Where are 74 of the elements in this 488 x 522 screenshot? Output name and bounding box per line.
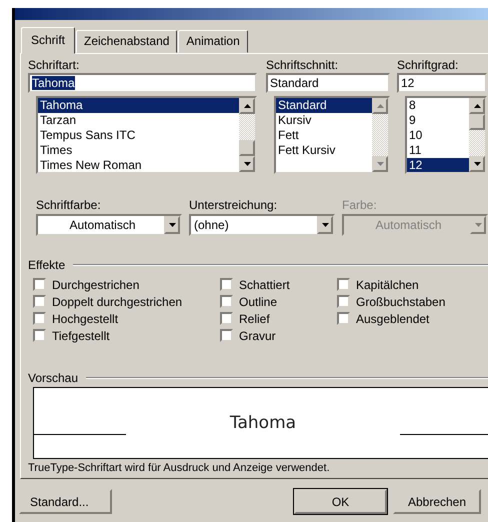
checkbox[interactable]: [220, 278, 233, 291]
list-item[interactable]: Tahoma: [38, 98, 239, 113]
checkbox[interactable]: [33, 278, 46, 291]
button[interactable]: Abbrechen: [393, 489, 481, 514]
scroll-down-button[interactable]: [469, 156, 485, 172]
scroll-thumb[interactable]: [239, 140, 255, 156]
button[interactable]: Standard...: [19, 489, 112, 514]
checkbox-label: Großbuchstaben: [356, 294, 446, 308]
list-item[interactable]: 8: [407, 98, 469, 113]
up-arrow-icon: [376, 104, 384, 108]
group-title: Effekte: [28, 258, 66, 272]
preview-text: Tahoma: [230, 413, 296, 433]
button[interactable]: OK: [294, 489, 387, 514]
dropdown[interactable]: Automatisch: [36, 214, 182, 236]
checkbox[interactable]: [33, 295, 46, 308]
input-field[interactable]: 12: [397, 73, 487, 93]
down-arrow-icon: [376, 162, 384, 166]
list-item[interactable]: Fett: [276, 128, 372, 143]
list-item[interactable]: Tarzan: [38, 113, 239, 128]
checkbox-label: Hochgestellt: [52, 312, 118, 326]
down-arrow-icon: [244, 162, 250, 166]
list-item[interactable]: 12: [407, 158, 469, 172]
tab[interactable]: Schrift: [21, 27, 76, 54]
field-label: Schriftfarbe:: [36, 197, 102, 213]
checkbox-label: Doppelt durchgestrichen: [52, 294, 182, 308]
up-arrow-icon: [474, 104, 480, 108]
list-item[interactable]: Kursiv: [276, 113, 372, 128]
scrollbar-track[interactable]: [239, 98, 255, 172]
scroll-up-button[interactable]: [239, 98, 255, 114]
checkbox-label: Schattiert: [239, 278, 290, 292]
scroll-up-button[interactable]: [469, 98, 485, 114]
scroll-down-button[interactable]: [239, 156, 255, 172]
down-arrow-icon: [474, 162, 480, 166]
checkbox[interactable]: [220, 295, 233, 308]
up-arrow-icon: [244, 104, 250, 108]
list-box[interactable]: 8 9 10 11 12: [405, 96, 487, 174]
field-label: Schriftart:: [28, 57, 80, 73]
list-item[interactable]: 9: [407, 113, 469, 128]
list-item[interactable]: Times: [38, 143, 239, 158]
checkbox-label: Outline: [239, 294, 278, 308]
list-box[interactable]: Standard Kursiv Fett Fett Kursiv: [274, 96, 390, 174]
checkbox[interactable]: [33, 329, 46, 342]
group-title: Vorschau: [28, 371, 78, 385]
field-label: Schriftgrad:: [397, 57, 460, 73]
checkbox[interactable]: [220, 312, 233, 325]
list-item[interactable]: 10: [407, 128, 469, 143]
list-item[interactable]: 11: [407, 143, 469, 158]
checkbox-label: Ausgeblendet: [356, 312, 430, 326]
field-label: Schriftschnitt:: [266, 57, 340, 73]
checkbox-label: Kapitälchen: [356, 278, 419, 292]
input-field[interactable]: Tahoma: [28, 73, 257, 93]
checkbox[interactable]: [337, 295, 350, 308]
tab[interactable]: Zeichenabstand: [76, 30, 178, 53]
list-item[interactable]: Tempus Sans ITC: [38, 128, 239, 143]
info-text: TrueType-Schriftart wird für Ausdruck und Anzeige verwendet.: [28, 462, 331, 474]
list-item[interactable]: Times New Roman: [38, 158, 239, 172]
scrollbar-track[interactable]: [469, 98, 485, 172]
list-box[interactable]: Tahoma Tarzan Tempus Sans ITC Times Times New Roman: [36, 96, 257, 174]
list-item[interactable]: Fett Kursiv: [276, 143, 372, 158]
field-label: Unterstreichung:: [189, 197, 278, 213]
tab[interactable]: Animation: [178, 30, 248, 53]
checkbox-label: Tiefgestellt: [52, 328, 110, 342]
checkbox[interactable]: [337, 312, 350, 325]
checkbox-label: Relief: [239, 312, 270, 326]
input-field[interactable]: Standard: [266, 73, 390, 93]
scroll-thumb[interactable]: [469, 114, 485, 130]
checkbox[interactable]: [33, 312, 46, 325]
checkbox[interactable]: [337, 278, 350, 291]
field-label: Farbe:: [342, 197, 378, 213]
checkbox-label: Durchgestrichen: [52, 278, 140, 292]
checkbox[interactable]: [220, 329, 233, 342]
list-item[interactable]: Standard: [276, 98, 372, 113]
checkbox-label: Gravur: [239, 328, 276, 342]
dropdown[interactable]: (ohne): [189, 214, 335, 236]
